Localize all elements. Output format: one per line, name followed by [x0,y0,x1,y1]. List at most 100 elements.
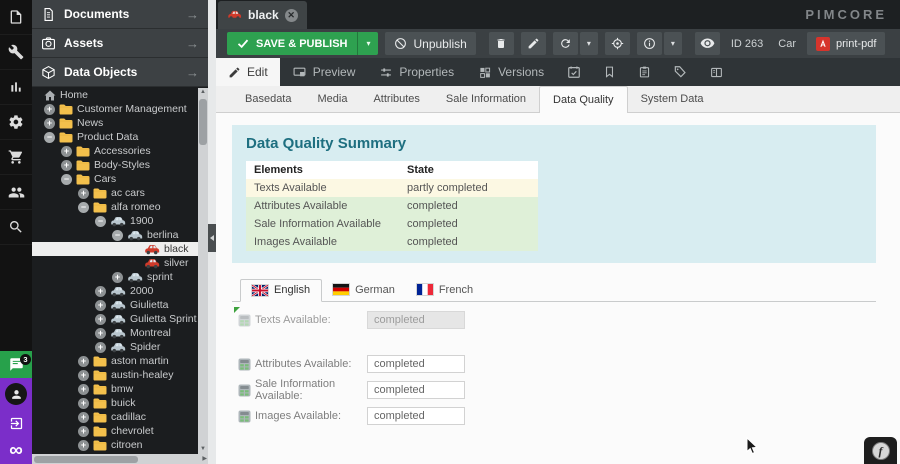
delete-button[interactable] [489,32,514,55]
pimcore-logo-icon[interactable]: ∞ [9,442,23,460]
tree-item-body-styles[interactable]: +Body-Styles [32,158,198,172]
expand-plus-icon[interactable]: + [95,342,106,353]
save-options-caret-icon[interactable]: ▾ [357,32,378,55]
tab-edit[interactable]: Edit [216,58,280,86]
subtab-basedata[interactable]: Basedata [232,86,304,112]
expand-plus-icon[interactable]: + [112,272,123,283]
tree-item-news[interactable]: +News [32,116,198,130]
tab-black-object[interactable]: black ✕ [218,1,307,29]
collapse-minus-icon[interactable]: − [112,230,123,241]
field-input[interactable] [367,311,465,329]
tab-preview[interactable]: Preview [280,58,368,86]
expand-plus-icon[interactable]: + [78,384,89,395]
field-input[interactable] [367,407,465,425]
tree-item-product-data[interactable]: −Product Data [32,130,198,144]
tree-item-bmw[interactable]: +bmw [32,382,198,396]
info-options-caret-icon[interactable]: ▾ [664,32,682,55]
collapse-minus-icon[interactable]: − [78,202,89,213]
chat-button[interactable]: 3 [0,351,32,378]
close-tab-icon[interactable]: ✕ [285,9,298,22]
tree-item-giulietta[interactable]: +Giulietta [32,298,198,312]
users-icon[interactable] [0,175,32,210]
tab-notes[interactable] [627,58,662,86]
tree-item-black[interactable]: black [32,242,198,256]
tree-item-alfa-romeo[interactable]: −alfa romeo [32,200,198,214]
user-avatar[interactable] [5,383,27,405]
print-pdf-button[interactable]: print-pdf [807,32,885,55]
documents-icon[interactable] [0,0,32,35]
save-and-publish-button[interactable]: SAVE & PUBLISH ▾ [227,32,378,55]
tree-item-gulietta-sprint-specia[interactable]: +Gulietta Sprint Specia [32,312,198,326]
tab-dependencies[interactable] [698,58,735,86]
subtab-data-quality[interactable]: Data Quality [539,86,628,113]
expand-plus-icon[interactable]: + [44,118,55,129]
expand-plus-icon[interactable]: + [95,300,106,311]
tree-item-silver[interactable]: silver [32,256,198,270]
expand-plus-icon[interactable]: + [78,356,89,367]
expand-plus-icon[interactable]: + [95,286,106,297]
expand-plus-icon[interactable]: + [44,104,55,115]
open-preview-button[interactable] [695,32,720,55]
tree-horizontal-scrollbar[interactable]: ▶ [32,454,208,464]
scroll-up-icon[interactable]: ▲ [198,88,208,97]
scrollbar-thumb[interactable] [34,456,138,463]
tree-vertical-scrollbar[interactable]: ▲ ▼ [198,88,208,454]
rename-button[interactable] [521,32,546,55]
tab-bookmark[interactable] [592,58,627,86]
lang-tab-french[interactable]: French [406,279,484,301]
expand-plus-icon[interactable]: + [78,426,89,437]
lang-tab-english[interactable]: English [240,279,322,302]
accordion-documents[interactable]: Documents → [32,0,208,29]
tree-item-sprint[interactable]: +sprint [32,270,198,284]
field-input[interactable] [367,381,465,399]
unpublish-button[interactable]: Unpublish [385,32,475,55]
scroll-down-icon[interactable]: ▼ [198,445,208,454]
tree-item-montreal[interactable]: +Montreal [32,326,198,340]
subtab-sale-information[interactable]: Sale Information [433,86,539,112]
ecommerce-icon[interactable] [0,140,32,175]
tree-item-cars[interactable]: −Cars [32,172,198,186]
locate-in-tree-button[interactable] [605,32,630,55]
tree-item-2000[interactable]: +2000 [32,284,198,298]
tree-item-customer-management[interactable]: +Customer Management [32,102,198,116]
reload-options-caret-icon[interactable]: ▾ [580,32,598,55]
tab-versions[interactable]: Versions [466,58,556,86]
expand-plus-icon[interactable]: + [61,146,72,157]
expand-plus-icon[interactable]: + [78,188,89,199]
tree-item-cadillac[interactable]: +cadillac [32,410,198,424]
expand-plus-icon[interactable]: + [95,314,106,325]
search-icon[interactable] [0,210,32,245]
collapse-panel-handle[interactable] [208,224,216,252]
expand-plus-icon[interactable]: + [78,440,89,451]
field-input[interactable] [367,355,465,373]
expand-plus-icon[interactable]: + [61,160,72,171]
extension-badge[interactable]: f [864,437,897,464]
tree-item-austin-healey[interactable]: +austin-healey [32,368,198,382]
tree-item-spider[interactable]: +Spider [32,340,198,354]
tree-item-chevrolet[interactable]: +chevrolet [32,424,198,438]
accordion-assets[interactable]: Assets → [32,29,208,58]
tab-properties[interactable]: Properties [367,58,466,86]
reload-button[interactable] [553,32,578,55]
tab-tags[interactable] [662,58,698,86]
collapse-minus-icon[interactable]: − [95,216,106,227]
tools-icon[interactable] [0,35,32,70]
collapse-minus-icon[interactable]: − [61,174,72,185]
subtab-media[interactable]: Media [304,86,360,112]
tree-item-home[interactable]: Home [32,88,198,102]
tab-schedule[interactable] [556,58,592,86]
expand-plus-icon[interactable]: + [78,398,89,409]
collapse-minus-icon[interactable]: − [44,132,55,143]
tree-item-ac-cars[interactable]: +ac cars [32,186,198,200]
settings-icon[interactable] [0,105,32,140]
accordion-data-objects[interactable]: Data Objects → [32,58,208,87]
lang-tab-german[interactable]: German [322,279,406,301]
panel-splitter[interactable] [208,0,216,464]
info-button[interactable] [637,32,662,55]
tree-item-buick[interactable]: +buick [32,396,198,410]
tree-item-berlina[interactable]: −berlina [32,228,198,242]
reports-icon[interactable] [0,70,32,105]
subtab-attributes[interactable]: Attributes [360,86,432,112]
expand-plus-icon[interactable]: + [95,328,106,339]
tree-item-1900[interactable]: −1900 [32,214,198,228]
